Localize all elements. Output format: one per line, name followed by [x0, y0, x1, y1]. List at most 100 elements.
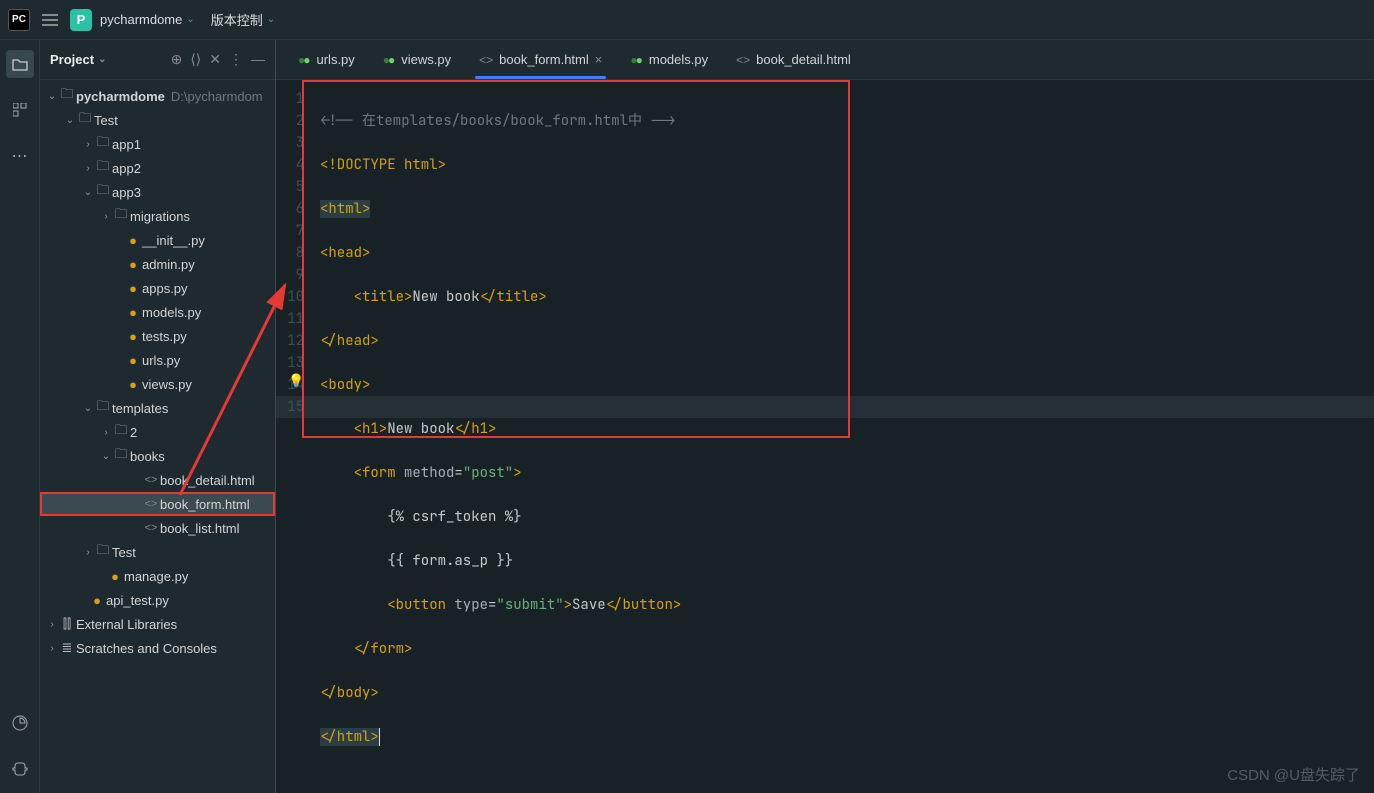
tree-file-book-form[interactable]: <>book_form.html	[40, 492, 275, 516]
tab-book-detail[interactable]: <>book_detail.html	[722, 40, 865, 79]
code-line: </head>	[320, 330, 1374, 352]
line-num: 3	[276, 132, 304, 154]
tab-models[interactable]: ●models.py	[616, 40, 722, 79]
html-file-icon: <>	[142, 498, 160, 510]
tree-root-label: pycharmdome	[76, 89, 165, 104]
scroll-from-source-icon[interactable]: ⊕	[171, 51, 183, 68]
project-tool-label: Project	[50, 52, 94, 67]
line-num: 2	[276, 110, 304, 132]
tree-root[interactable]: ⌄ 🗀 pycharmdome D:\pycharmdom	[40, 84, 275, 108]
line-num: 13	[276, 352, 304, 374]
code-line: <!-- 在templates/books/book_form.html中 --…	[320, 110, 1374, 132]
folder-icon: 🗀	[76, 109, 94, 131]
scratches-icon: ≣	[58, 640, 76, 656]
folder-icon: 🗀	[94, 541, 112, 563]
main-menu-icon[interactable]	[38, 8, 62, 32]
line-num: 7	[276, 220, 304, 242]
project-sidebar: Project ⌄ ⊕ ⟨⟩ ✕ ⋮ — ⌄ 🗀 pycharmdome D:\…	[40, 40, 276, 793]
python-packages-icon[interactable]	[6, 709, 34, 737]
tree-label: books	[130, 449, 165, 464]
python-console-icon[interactable]	[6, 755, 34, 783]
tree-label: book_detail.html	[160, 473, 255, 488]
folder-icon: 🗀	[112, 205, 130, 227]
python-file-icon: ●	[124, 353, 142, 368]
tree-file-models[interactable]: ●models.py	[40, 300, 275, 324]
chevron-down-icon: ⌄	[98, 54, 106, 65]
tree-file-apps[interactable]: ●apps.py	[40, 276, 275, 300]
tab-label: book_detail.html	[756, 52, 851, 67]
tree-folder-books[interactable]: ⌄🗀books	[40, 444, 275, 468]
tree-file-manage[interactable]: ●manage.py	[40, 564, 275, 588]
chevron-down-icon: ⌄	[64, 115, 76, 126]
intention-bulb-icon[interactable]: 💡	[288, 373, 304, 389]
project-tool-icon[interactable]	[6, 50, 34, 78]
collapse-all-icon[interactable]: ⟨⟩	[190, 51, 201, 68]
chevron-down-icon: ⌄	[82, 403, 94, 414]
hide-icon[interactable]: —	[251, 51, 265, 68]
project-name-label: pycharmdome	[100, 12, 182, 27]
html-file-icon: <>	[142, 474, 160, 486]
editor-area: ●urls.py ●views.py <> book_form.html × ●mo…	[276, 40, 1374, 793]
tree-file-views[interactable]: ●views.py	[40, 372, 275, 396]
tab-urls[interactable]: ●urls.py	[284, 40, 369, 79]
tree-file-urls[interactable]: ●urls.py	[40, 348, 275, 372]
line-num: 11	[276, 308, 304, 330]
tree-file-admin[interactable]: ●admin.py	[40, 252, 275, 276]
chevron-down-icon: ⌄	[82, 187, 94, 198]
tree-folder-templates[interactable]: ⌄🗀templates	[40, 396, 275, 420]
tab-views[interactable]: ●views.py	[369, 40, 465, 79]
tree-folder-test2[interactable]: ›🗀Test	[40, 540, 275, 564]
tree-folder-app2[interactable]: ›🗀app2	[40, 156, 275, 180]
tree-label: views.py	[142, 377, 192, 392]
tree-label: urls.py	[142, 353, 180, 368]
project-sidebar-header: Project ⌄ ⊕ ⟨⟩ ✕ ⋮ —	[40, 40, 275, 80]
tree-folder-2[interactable]: ›🗀2	[40, 420, 275, 444]
tree-label: External Libraries	[76, 617, 177, 632]
close-icon[interactable]: ×	[595, 52, 603, 67]
tree-file-book-list[interactable]: <>book_list.html	[40, 516, 275, 540]
tree-file-init[interactable]: ●__init__.py	[40, 228, 275, 252]
tree-label: book_list.html	[160, 521, 239, 536]
structure-tool-icon[interactable]	[6, 96, 34, 124]
project-tool-title[interactable]: Project ⌄	[50, 52, 106, 67]
library-icon: ⫿⫿	[58, 616, 76, 632]
tree-folder-app3[interactable]: ⌄🗀app3	[40, 180, 275, 204]
tab-book-form[interactable]: <> book_form.html ×	[465, 40, 616, 79]
folder-icon: 🗀	[112, 445, 130, 467]
tree-file-tests[interactable]: ●tests.py	[40, 324, 275, 348]
more-tool-icon[interactable]: ⋯	[6, 142, 34, 170]
tree-folder-migrations[interactable]: ›🗀migrations	[40, 204, 275, 228]
folder-icon: 🗀	[94, 157, 112, 179]
line-num: 5	[276, 176, 304, 198]
tree-label: Test	[112, 545, 136, 560]
vcs-dropdown[interactable]: 版本控制 ⌄	[211, 10, 275, 29]
code-line: <!DOCTYPE html>	[320, 154, 1374, 176]
tree-label: migrations	[130, 209, 190, 224]
code-line: <body>	[320, 374, 1374, 396]
tree-label: manage.py	[124, 569, 188, 584]
tab-label: book_form.html	[499, 52, 589, 67]
code-line: </form>	[320, 638, 1374, 660]
close-sidebar-icon[interactable]: ✕	[209, 51, 221, 68]
html-file-icon: <>	[479, 53, 493, 67]
tree-file-book-detail[interactable]: <>book_detail.html	[40, 468, 275, 492]
code-line: <h1>New book</h1>	[320, 418, 1374, 440]
tree-scratches[interactable]: ›≣Scratches and Consoles	[40, 636, 275, 660]
python-file-icon: ●	[124, 257, 142, 272]
tree-folder-test[interactable]: ⌄🗀Test	[40, 108, 275, 132]
line-num: 9	[276, 264, 304, 286]
tree-external-libraries[interactable]: ›⫿⫿External Libraries	[40, 612, 275, 636]
line-num: 4	[276, 154, 304, 176]
more-options-icon[interactable]: ⋮	[229, 51, 243, 68]
project-name-dropdown[interactable]: pycharmdome ⌄	[100, 12, 195, 27]
tree-label: Test	[94, 113, 118, 128]
tree-root-path: D:\pycharmdom	[171, 89, 263, 104]
tree-folder-app1[interactable]: ›🗀app1	[40, 132, 275, 156]
code-editor[interactable]: 1 2 3 4 5 6 7 8 9 10 11 12 13 14 15 💡 <!…	[276, 80, 1374, 793]
code-content: <!-- 在templates/books/book_form.html中 --…	[320, 88, 1374, 792]
python-file-icon: ●	[124, 305, 142, 320]
tree-label: app1	[112, 137, 141, 152]
tree-label: 2	[130, 425, 137, 440]
vcs-label: 版本控制	[211, 10, 263, 29]
tree-file-apitest[interactable]: ●api_test.py	[40, 588, 275, 612]
